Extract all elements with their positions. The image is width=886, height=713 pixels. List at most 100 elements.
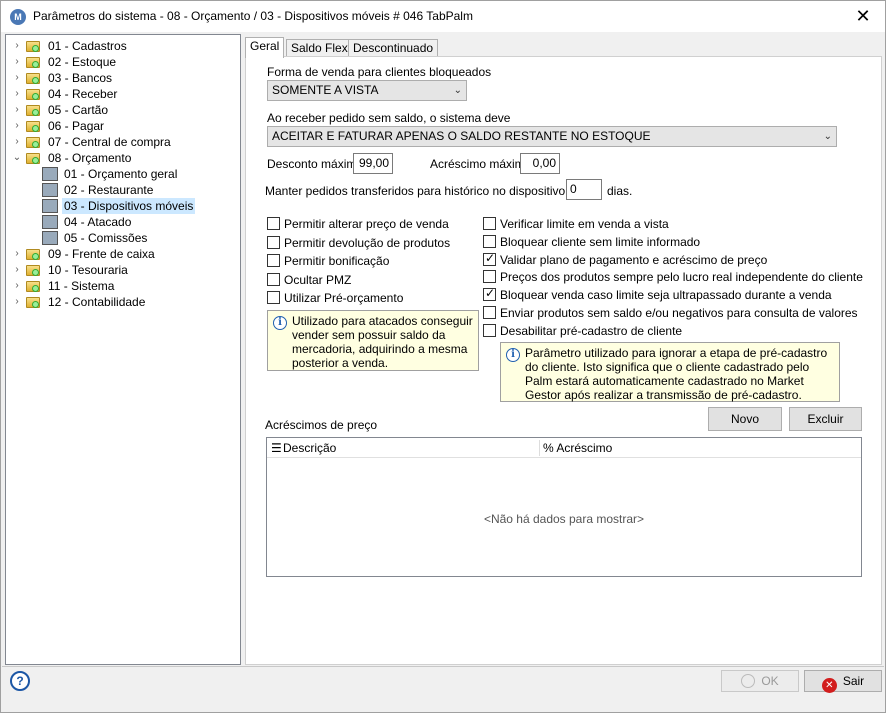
receber-pedido-value: ACEITAR E FATURAR APENAS O SALDO RESTANT… bbox=[272, 129, 651, 143]
window-title: Parâmetros do sistema - 08 - Orçamento /… bbox=[33, 9, 473, 23]
checkbox-label: Enviar produtos sem saldo e/ou negativos… bbox=[500, 306, 858, 320]
checkbox-option[interactable]: Validar plano de pagamento e acréscimo d… bbox=[483, 251, 768, 269]
checkbox[interactable] bbox=[483, 217, 496, 230]
acrescimo-maximo-input[interactable]: 0,00 bbox=[520, 153, 560, 174]
title-bar: M Parâmetros do sistema - 08 - Orçamento… bbox=[1, 1, 885, 32]
checkbox-label: Bloquear cliente sem limite informado bbox=[500, 234, 701, 249]
checkbox[interactable] bbox=[267, 217, 280, 230]
expander-icon[interactable]: ⌄ bbox=[12, 150, 22, 166]
excluir-button[interactable]: Excluir bbox=[789, 407, 862, 431]
grid-menu-icon[interactable]: ☰ bbox=[271, 441, 282, 455]
checkbox-option[interactable]: Permitir devolução de produtos bbox=[267, 235, 450, 252]
tree-item-label: 04 - Atacado bbox=[64, 215, 132, 229]
expander-icon[interactable]: › bbox=[12, 70, 22, 86]
tree-item-label: 03 - Dispositivos móveis bbox=[62, 198, 196, 214]
checkbox-option[interactable]: Utilizar Pré-orçamento bbox=[267, 291, 403, 307]
folder-icon bbox=[26, 137, 40, 148]
ok-button[interactable]: OK bbox=[721, 670, 799, 692]
checkbox-label: Permitir alterar preço de venda bbox=[284, 217, 449, 231]
grid-header: ☰ Descrição % Acréscimo bbox=[267, 438, 861, 458]
folder-icon bbox=[26, 265, 40, 276]
checkbox[interactable] bbox=[483, 234, 496, 248]
checkbox[interactable] bbox=[483, 270, 496, 284]
checkbox[interactable] bbox=[267, 272, 280, 286]
checkbox-option[interactable]: Enviar produtos sem saldo e/ou negativos… bbox=[483, 306, 858, 322]
checkbox-option[interactable]: Ocultar PMZ bbox=[267, 272, 351, 289]
desconto-maximo-input[interactable]: 99,00 bbox=[353, 153, 393, 174]
expander-icon[interactable]: › bbox=[12, 262, 22, 278]
checkbox-option[interactable]: Bloquear venda caso limite seja ultrapas… bbox=[483, 286, 832, 304]
tab-saldo-flex[interactable]: Saldo Flex bbox=[286, 39, 353, 57]
checkbox[interactable] bbox=[483, 251, 496, 266]
help-icon[interactable]: ? bbox=[10, 671, 30, 691]
checkbox-label: Permitir bonificação bbox=[284, 254, 390, 268]
expander-icon[interactable]: › bbox=[12, 54, 22, 70]
tree-item-label: 07 - Central de compra bbox=[48, 135, 171, 149]
checkbox-option[interactable]: Verificar limite em venda a vista bbox=[483, 217, 669, 233]
column-descricao[interactable]: Descrição bbox=[283, 441, 336, 455]
tree-item-label: 09 - Frente de caixa bbox=[48, 247, 155, 261]
checkbox-label: Utilizar Pré-orçamento bbox=[284, 291, 404, 305]
close-icon[interactable]: ✕ bbox=[851, 4, 875, 28]
expander-icon[interactable]: › bbox=[12, 86, 22, 102]
parameters-tree[interactable]: › 01 - Cadastros › 02 - Estoque › 03 - Bancos… bbox=[5, 34, 241, 665]
checkbox-option[interactable]: Preços dos produtos sempre pelo lucro re… bbox=[483, 270, 863, 286]
footer-divider bbox=[2, 666, 884, 667]
expander-icon[interactable]: › bbox=[12, 118, 22, 134]
tree-item-label: 05 - Cartão bbox=[48, 103, 109, 117]
checkbox-option[interactable]: Desabilitar pré-cadastro de cliente bbox=[483, 323, 682, 340]
column-acrescimo[interactable]: % Acréscimo bbox=[543, 441, 612, 455]
column-divider bbox=[539, 440, 540, 456]
folder-icon bbox=[26, 105, 40, 116]
tree-item-label: 03 - Bancos bbox=[48, 71, 113, 85]
checkbox-option[interactable]: Permitir bonificação bbox=[267, 254, 389, 270]
checkbox-label: Validar plano de pagamento e acréscimo d… bbox=[500, 252, 768, 267]
expander-icon[interactable]: › bbox=[12, 294, 22, 310]
tree-item-label: 11 - Sistema bbox=[48, 279, 115, 293]
tree-item-label: 06 - Pagar bbox=[48, 119, 105, 133]
forma-venda-label: Forma de venda para clientes bloqueados bbox=[267, 65, 492, 79]
chevron-down-icon: ⌄ bbox=[823, 131, 832, 142]
folder-icon bbox=[26, 89, 40, 100]
forma-venda-select[interactable]: SOMENTE A VISTA ⌄ bbox=[267, 80, 467, 101]
folder-open-icon bbox=[26, 153, 40, 164]
acrescimos-grid[interactable]: ☰ Descrição % Acréscimo <Não há dados pa… bbox=[266, 437, 862, 577]
acrescimo-maximo-label: Acréscimo máximo bbox=[430, 157, 532, 171]
expander-icon[interactable]: › bbox=[12, 278, 22, 294]
info-icon: i bbox=[506, 348, 520, 362]
monitor-icon bbox=[42, 167, 58, 181]
grid-empty-message: <Não há dados para mostrar> bbox=[483, 512, 645, 526]
sair-label: Sair bbox=[842, 674, 865, 688]
checkbox[interactable] bbox=[267, 254, 280, 267]
checkbox[interactable] bbox=[483, 323, 496, 337]
folder-icon bbox=[26, 249, 40, 260]
checkbox[interactable] bbox=[483, 306, 496, 319]
sair-button[interactable]: ✕ Sair bbox=[804, 670, 882, 693]
folder-icon bbox=[26, 121, 40, 132]
receber-pedido-label: Ao receber pedido sem saldo, o sistema d… bbox=[267, 111, 511, 125]
folder-icon bbox=[26, 297, 40, 308]
manter-pedidos-label: Manter pedidos transferidos para históri… bbox=[265, 184, 601, 198]
checkbox[interactable] bbox=[483, 286, 496, 302]
checkbox-option[interactable]: Bloquear cliente sem limite informado bbox=[483, 234, 701, 251]
expander-icon[interactable]: › bbox=[12, 102, 22, 118]
checkbox-option[interactable]: Permitir alterar preço de venda bbox=[267, 217, 449, 233]
checkbox[interactable] bbox=[267, 235, 280, 249]
tree-item-label: 01 - Orçamento geral bbox=[64, 167, 178, 181]
tab-geral[interactable]: Geral bbox=[245, 37, 285, 58]
tree-item-label: 05 - Comissões bbox=[64, 231, 148, 245]
manter-pedidos-suffix: dias. bbox=[607, 184, 633, 198]
tab-descontinuado[interactable]: Descontinuado bbox=[348, 39, 439, 57]
manter-pedidos-input[interactable]: 0 bbox=[566, 179, 602, 200]
checkbox[interactable] bbox=[267, 291, 280, 304]
mobile-icon bbox=[42, 199, 58, 213]
precadastro-hint-box: i Parâmetro utilizado para ignorar a eta… bbox=[500, 342, 840, 402]
receber-pedido-select[interactable]: ACEITAR E FATURAR APENAS O SALDO RESTANT… bbox=[267, 126, 837, 147]
expander-icon[interactable]: › bbox=[12, 134, 22, 150]
novo-button[interactable]: Novo bbox=[708, 407, 782, 431]
folder-icon bbox=[26, 57, 40, 68]
checkbox-label: Preços dos produtos sempre pelo lucro re… bbox=[500, 270, 863, 285]
tree-item-label: 02 - Estoque bbox=[48, 55, 117, 69]
expander-icon[interactable]: › bbox=[12, 38, 22, 54]
expander-icon[interactable]: › bbox=[12, 246, 22, 262]
